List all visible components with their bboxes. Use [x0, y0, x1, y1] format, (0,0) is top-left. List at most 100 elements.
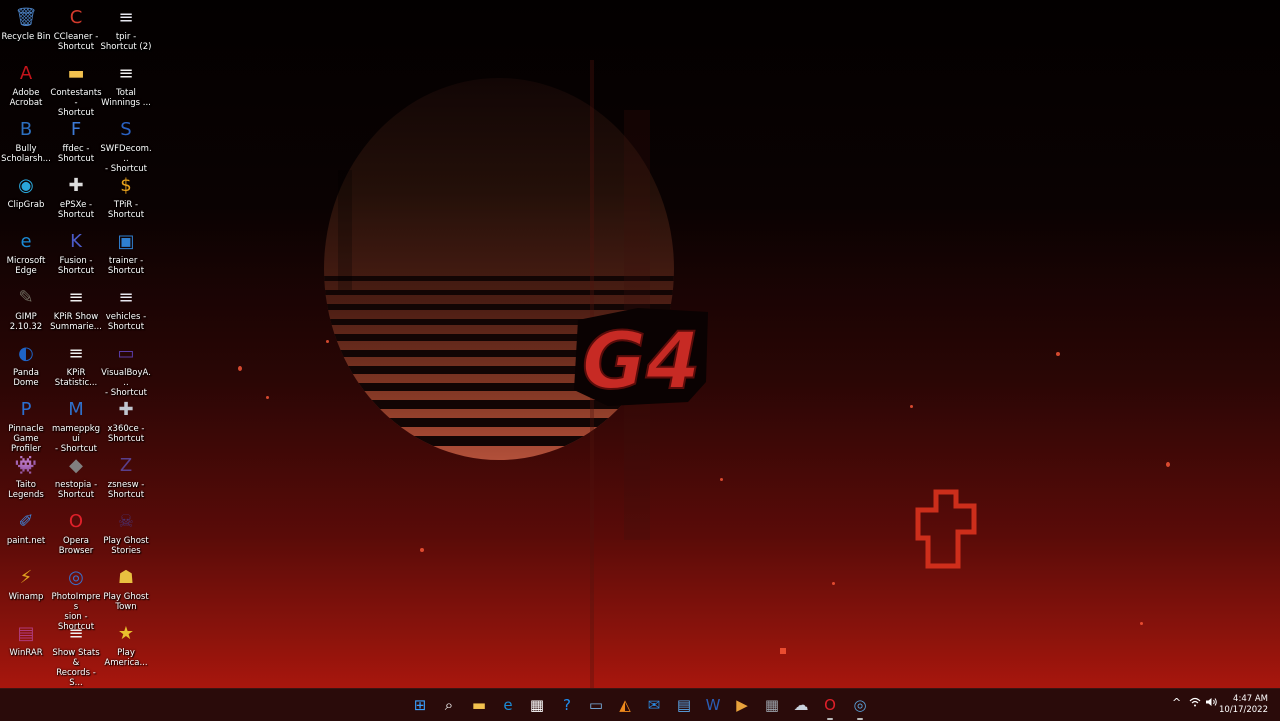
windows-logo-icon: ⊞ [413, 696, 427, 714]
folder-icon: ▬ [471, 696, 487, 714]
desktop-icon-label: Adobe Acrobat [9, 88, 43, 108]
desktop-icon[interactable]: ▣ trainer - Shortcut [100, 226, 152, 280]
desktop-icon-label: ffdec - Shortcut [57, 144, 95, 164]
edge-icon: e [503, 696, 513, 714]
desktop-icon-label: Winamp [8, 592, 44, 602]
desktop-icon[interactable]: Fffdec - Shortcut [50, 114, 102, 168]
media-player-icon: ▶ [736, 696, 748, 714]
swf-decompiler-icon: S [120, 119, 132, 140]
desktop-icon[interactable]: C CCleaner - Shortcut [50, 2, 102, 56]
mail-button[interactable]: ✉ [642, 693, 666, 717]
desktop-icon[interactable]: e Microsoft Edge [0, 226, 52, 280]
g4-logo: G4 [574, 308, 708, 408]
desktop-icon[interactable]: ≡ Show Stats & Records - S... [50, 618, 102, 688]
ghost-stories-icon: ☠ [117, 511, 135, 532]
desktop-icon[interactable]: ≡ Total Winnings ... [100, 58, 152, 112]
desktop-icon[interactable]: ≡ tpir - Shortcut (2) [100, 2, 152, 56]
desktop-icon[interactable]: ★ Play America... [100, 618, 152, 672]
document-icon: ≡ [118, 287, 134, 308]
desktop-icon[interactable]: ◉ ClipGrab [0, 170, 52, 224]
photoimpression-button[interactable]: ◎ [848, 693, 872, 720]
desktop-icon[interactable]: B Bully Scholarsh... [0, 114, 52, 168]
desktop-icon-label: Recycle Bin [1, 32, 51, 42]
text-file-icon: ≡ [68, 623, 84, 644]
folder-icon: ▬ [67, 63, 85, 84]
desktop-icon[interactable]: ▭ VisualBoyA... - Shortcut [100, 338, 152, 398]
desktop-icon[interactable]: ✚ x360ce - Shortcut [100, 394, 152, 448]
volume-icon[interactable] [1205, 697, 1218, 710]
desktop-icon[interactable]: ✎ GIMP 2.10.32 [0, 282, 52, 336]
store-icon: ▦ [529, 696, 545, 714]
vlc-button[interactable]: ◭ [613, 693, 637, 717]
remote-desktop-icon: ▭ [588, 696, 604, 714]
system-clock[interactable]: 4:47 AM 10/17/2022 [1219, 694, 1268, 716]
desktop-icon[interactable]: K Fusion - Shortcut [50, 226, 102, 280]
desktop-icon[interactable]: ≡ KPiR Statistic... [50, 338, 102, 392]
desktop-icon[interactable]: ≡ vehicles - Shortcut [100, 282, 152, 336]
desktop-icon[interactable]: ≡ KPiR Show Summarie... [50, 282, 102, 336]
desktop-icon[interactable]: 🗑 Recycle Bin [0, 2, 52, 56]
remote-desktop-button[interactable]: ▭ [584, 693, 608, 717]
calculator-button[interactable]: ▦ [760, 693, 784, 717]
desktop[interactable]: G4 🗑 Recycle Bin C CCleaner - Shortcut ≡ tpir… [0, 0, 1280, 688]
desktop-icon-label: ClipGrab [7, 200, 45, 210]
wallpaper-particle [238, 366, 242, 371]
nestopia-icon: ◆ [69, 455, 83, 476]
desktop-icon[interactable]: ◐ Panda Dome [0, 338, 52, 392]
photoimpression-icon: ◎ [853, 696, 867, 714]
desktop-icon[interactable]: Zzsnesw - Shortcut [100, 450, 152, 504]
visualboyadvance-icon: ▭ [117, 343, 135, 364]
search-icon: ⌕ [444, 696, 454, 714]
desktop-icon-label: CCleaner - Shortcut [53, 32, 99, 52]
desktop-icon-label: KPiR Statistic... [54, 368, 98, 388]
desktop-icon[interactable]: ▬ Contestants - Shortcut [50, 58, 102, 118]
desktop-icon[interactable]: ⚡ Winamp [0, 562, 52, 616]
desktop-icon-label: Bully Scholarsh... [1, 144, 51, 164]
ghost-town-icon: ☗ [117, 567, 135, 588]
mame-icon: M [68, 399, 84, 420]
desktop-icon[interactable]: O Opera Browser [50, 506, 102, 560]
desktop-icon[interactable]: Mmameppkgui - Shortcut [50, 394, 102, 454]
desktop-icon[interactable]: ◆ nestopia - Shortcut [50, 450, 102, 504]
desktop-icon[interactable]: S SWFDecom... - Shortcut [100, 114, 152, 174]
desktop-icon[interactable]: A Adobe Acrobat [0, 58, 52, 112]
desktop-icon[interactable]: 👾 Taito Legends [0, 450, 52, 504]
help-button[interactable]: ? [555, 693, 579, 717]
opera-button[interactable]: O [818, 693, 842, 720]
word-button[interactable]: W [701, 693, 725, 717]
wallpaper-plus-sign [915, 489, 977, 569]
store-button[interactable]: ▦ [525, 693, 549, 717]
text-file-icon: ≡ [68, 287, 84, 308]
edge-button[interactable]: e [496, 693, 520, 717]
desktop-icon-label: Opera Browser [58, 536, 94, 556]
start-button[interactable]: ⊞ [408, 693, 432, 717]
desktop-icon[interactable]: ☠ Play Ghost Stories [100, 506, 152, 560]
cloud-app-button[interactable]: ☁ [789, 693, 813, 717]
wifi-icon[interactable] [1189, 697, 1201, 710]
help-icon: ? [563, 696, 571, 714]
star-icon: ★ [117, 623, 135, 644]
desktop-icon-label: paint.net [6, 536, 46, 546]
desktop-icon[interactable]: ◎ PhotoImpres sion - Shortcut [50, 562, 102, 632]
media-player-button[interactable]: ▶ [730, 693, 754, 717]
desktop-icon-label: tpir - Shortcut (2) [100, 32, 152, 52]
desktop-icon[interactable]: ▤ WinRAR [0, 618, 52, 672]
search-button[interactable]: ⌕ [437, 693, 461, 717]
desktop-icon-label: ePSXe - Shortcut [57, 200, 95, 220]
desktop-icon[interactable]: ✚ ePSXe - Shortcut [50, 170, 102, 224]
notepad-button[interactable]: ▤ [672, 693, 696, 717]
file-explorer-button[interactable]: ▬ [467, 693, 491, 717]
desktop-icon[interactable]: P Pinnacle Game Profiler [0, 394, 52, 454]
winamp-icon: ⚡ [19, 567, 33, 588]
desktop-icon-label: vehicles - Shortcut [105, 312, 147, 332]
desktop-icon[interactable]: ✐ paint.net [0, 506, 52, 560]
desktop-icon-label: Play Ghost Town [103, 592, 149, 612]
desktop-icon[interactable]: ☗ Play Ghost Town [100, 562, 152, 616]
desktop-icon-label: zsnesw - Shortcut [107, 480, 145, 500]
winrar-icon: ▤ [17, 623, 35, 644]
tray-overflow-chevron-icon[interactable]: ^ [1172, 696, 1181, 709]
tpir-game-icon: $ [120, 175, 132, 196]
desktop-icon[interactable]: $ TPiR - Shortcut [100, 170, 152, 224]
desktop-icon-label: trainer - Shortcut [107, 256, 145, 276]
wallpaper-particle [266, 396, 269, 399]
